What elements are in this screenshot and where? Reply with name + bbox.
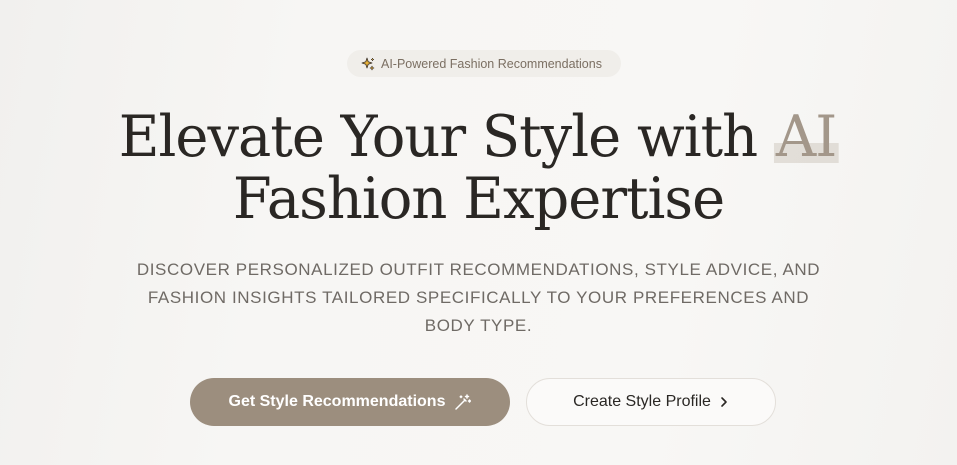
badge-text: AI-Powered Fashion Recommendations bbox=[381, 56, 602, 71]
page-title: Elevate Your Style with AI Fashion Exper… bbox=[0, 106, 957, 230]
ai-badge: AI-Powered Fashion Recommendations bbox=[347, 50, 621, 77]
hero-subtitle: Discover personalized outfit recommendat… bbox=[136, 260, 821, 335]
hero-section: AI-Powered Fashion Recommendations Eleva… bbox=[0, 0, 957, 465]
headline-prefix: Elevate Your Style with bbox=[118, 104, 758, 170]
magic-wand-icon bbox=[454, 393, 472, 411]
primary-button-label: Get Style Recommendations bbox=[228, 393, 446, 410]
headline-line-1: Elevate Your Style with AI bbox=[10, 106, 948, 168]
chevron-right-icon bbox=[719, 396, 729, 408]
sparkles-icon bbox=[361, 57, 375, 71]
secondary-button-label: Create Style Profile bbox=[573, 393, 711, 410]
headline-accent: AI bbox=[773, 104, 838, 170]
create-style-profile-button[interactable]: Create Style Profile bbox=[526, 378, 776, 426]
headline-line-2: Fashion Expertise bbox=[232, 166, 725, 232]
get-style-recommendations-button[interactable]: Get Style Recommendations bbox=[190, 378, 510, 426]
